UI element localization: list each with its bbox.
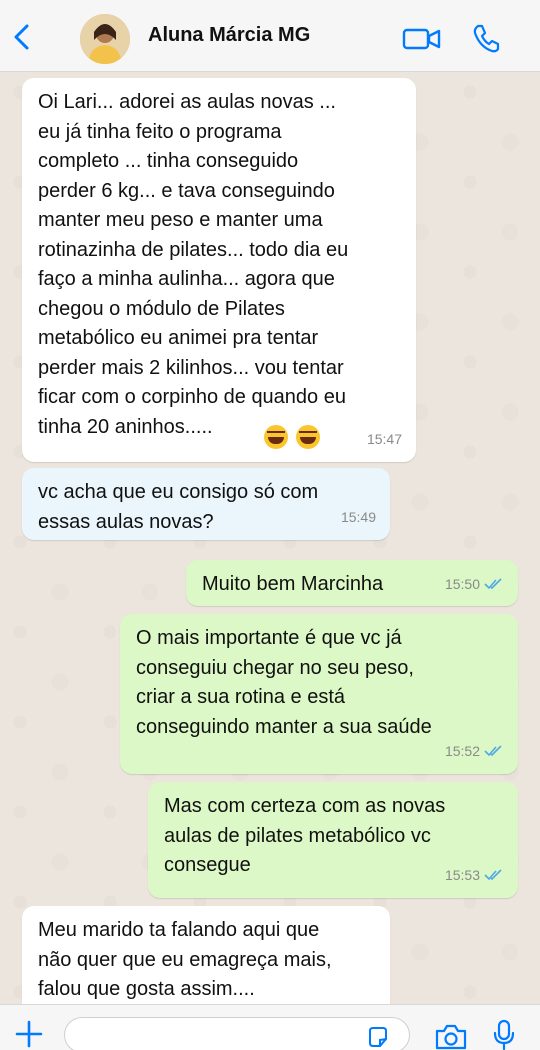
message-time: 15:47 xyxy=(366,430,402,447)
message-incoming[interactable]: vc acha que eu consigo só com essas aula… xyxy=(22,468,390,540)
sticker-icon[interactable] xyxy=(366,1025,390,1049)
message-outgoing[interactable]: O mais importante é que vc já conseguiu … xyxy=(120,614,518,774)
microphone-icon[interactable] xyxy=(492,1019,516,1050)
message-outgoing[interactable]: Mas com certeza com as novas aulas de pi… xyxy=(148,782,518,898)
message-time: 15:52 xyxy=(444,742,480,759)
tears-of-joy-emoji-icon xyxy=(296,425,320,449)
message-meta: 15:52 xyxy=(445,737,504,767)
message-meta: 15:49 xyxy=(341,503,376,533)
plus-icon[interactable] xyxy=(14,1019,44,1049)
video-call-icon[interactable] xyxy=(402,26,442,52)
message-time: 15:50 xyxy=(444,575,480,592)
camera-icon[interactable] xyxy=(434,1023,468,1050)
contact-name[interactable]: Aluna Márcia MG xyxy=(148,24,310,47)
read-ticks-icon xyxy=(484,578,502,590)
message-meta: 15:53 xyxy=(445,861,504,891)
message-text: Oi Lari... adorei as aulas novas ... eu … xyxy=(38,91,349,438)
input-bar xyxy=(0,1004,540,1050)
back-chevron-icon[interactable] xyxy=(10,22,34,52)
read-ticks-icon xyxy=(484,745,502,757)
message-text: O mais importante é que vc já conseguiu … xyxy=(136,627,432,738)
chat-header: Aluna Márcia MG xyxy=(0,0,540,72)
message-input[interactable] xyxy=(64,1017,410,1050)
avatar[interactable] xyxy=(80,14,130,64)
message-incoming[interactable]: Meu marido ta falando aqui que não quer … xyxy=(22,906,390,1004)
message-list[interactable]: Oi Lari... adorei as aulas novas ... eu … xyxy=(0,72,540,1004)
read-ticks-icon xyxy=(484,869,502,881)
message-incoming[interactable]: Oi Lari... adorei as aulas novas ... eu … xyxy=(22,78,416,462)
message-meta: 15:50 xyxy=(445,570,504,600)
message-meta: 15:47 xyxy=(367,425,402,455)
message-time: 15:49 xyxy=(340,508,376,525)
message-text: Meu marido ta falando aqui que não quer … xyxy=(38,919,332,1000)
message-time: 15:53 xyxy=(444,866,480,883)
message-outgoing[interactable]: Muito bem Marcinha 15:50 xyxy=(186,560,518,606)
tears-of-joy-emoji-icon xyxy=(264,425,288,449)
phone-icon[interactable] xyxy=(470,22,502,54)
message-text: vc acha que eu consigo só com essas aula… xyxy=(38,481,319,533)
